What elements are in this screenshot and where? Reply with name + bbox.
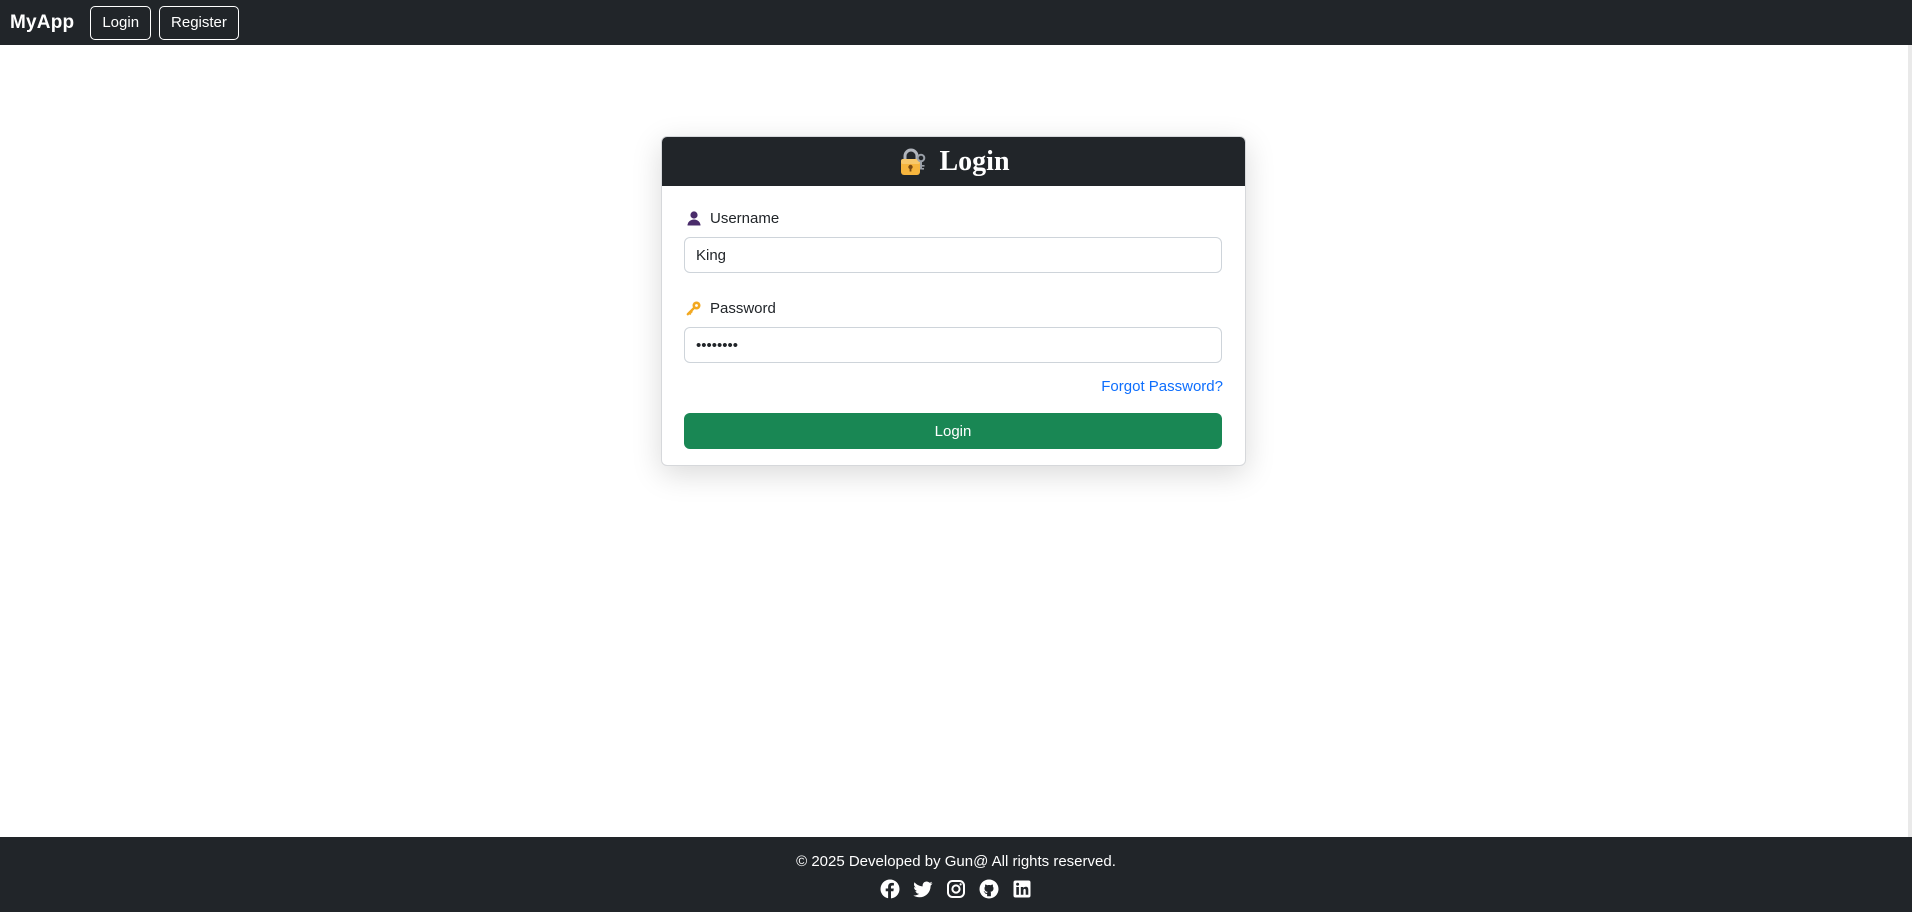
twitter-icon[interactable]	[913, 879, 933, 899]
linkedin-icon[interactable]	[1012, 879, 1032, 899]
login-card-title: Login	[939, 145, 1010, 177]
page-footer: © 2025 Developed by Gun@ All rights rese…	[0, 837, 1912, 912]
user-icon	[686, 210, 702, 226]
forgot-password-link[interactable]: Forgot Password?	[1101, 378, 1223, 398]
password-label: Password	[710, 299, 776, 317]
scrollbar-track[interactable]	[1908, 45, 1912, 837]
login-card-header: Login	[662, 137, 1245, 186]
forgot-password-row: Forgot Password?	[684, 378, 1223, 398]
instagram-icon[interactable]	[946, 879, 966, 899]
username-label-row: Username	[684, 208, 1223, 228]
facebook-icon[interactable]	[880, 879, 900, 899]
github-icon[interactable]	[979, 879, 999, 899]
login-submit-button[interactable]: Login	[684, 413, 1222, 449]
brand-logo[interactable]: MyApp	[10, 12, 74, 34]
password-label-row: Password	[684, 298, 1223, 318]
nav-register-button[interactable]: Register	[159, 5, 239, 40]
username-label: Username	[710, 209, 780, 227]
username-input[interactable]	[684, 237, 1222, 273]
field-spacer	[684, 273, 1223, 298]
nav-login-button[interactable]: Login	[90, 5, 152, 40]
password-input[interactable]	[684, 327, 1222, 363]
social-links	[0, 879, 1912, 899]
login-form: Username Password Forgot Password? Login	[662, 186, 1245, 449]
footer-copyright: © 2025 Developed by Gun@ All rights rese…	[796, 853, 1116, 870]
top-navbar: MyApp Login Register	[0, 0, 1912, 45]
key-icon	[686, 300, 702, 316]
lock-with-key-icon	[897, 147, 927, 177]
login-card: Login Username King Password •••••••• Fo…	[661, 136, 1246, 466]
